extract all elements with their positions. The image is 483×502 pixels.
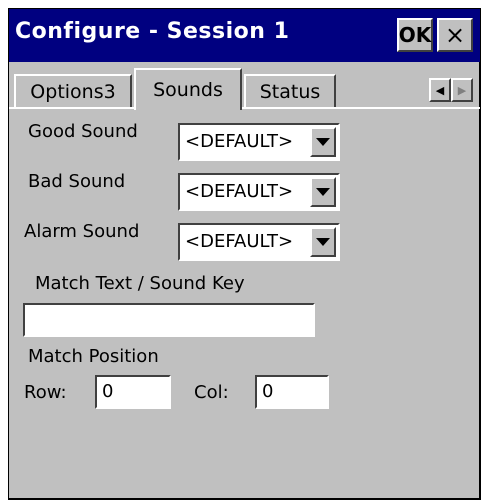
bad-sound-label: Bad Sound: [28, 171, 126, 192]
chevron-down-icon: [316, 138, 330, 146]
configure-dialog: Configure - Session 1 OK × Options3 Soun…: [8, 8, 481, 500]
good-sound-label: Good Sound: [28, 121, 138, 142]
col-label: Col:: [194, 382, 229, 403]
title-bar: Configure - Session 1 OK ×: [9, 9, 480, 62]
bad-sound-select[interactable]: <DEFAULT>: [178, 173, 340, 211]
match-text-label: Match Text / Sound Key: [35, 273, 245, 294]
chevron-down-icon: [316, 188, 330, 196]
tab-status[interactable]: Status: [244, 74, 336, 108]
alarm-sound-select[interactable]: <DEFAULT>: [178, 223, 340, 261]
arrow-right-icon: ▶: [457, 83, 467, 97]
bad-sound-dropdown-button[interactable]: [310, 177, 336, 207]
tab-sounds[interactable]: Sounds: [134, 68, 242, 110]
match-text-input[interactable]: [23, 303, 315, 337]
tab-scroll-right-button[interactable]: ▶: [451, 78, 473, 102]
tab-divider: [9, 107, 480, 109]
good-sound-value: <DEFAULT>: [185, 131, 294, 152]
good-sound-dropdown-button[interactable]: [310, 127, 336, 157]
good-sound-select[interactable]: <DEFAULT>: [178, 123, 340, 161]
tab-strip: Options3 Sounds Status ◀ ▶: [9, 64, 480, 110]
col-input[interactable]: 0: [255, 375, 329, 409]
alarm-sound-value: <DEFAULT>: [185, 231, 294, 252]
tab-scroll-left-button[interactable]: ◀: [429, 78, 451, 102]
chevron-down-icon: [316, 238, 330, 246]
arrow-left-icon: ◀: [435, 83, 445, 97]
close-button[interactable]: ×: [437, 18, 473, 52]
alarm-sound-label: Alarm Sound: [24, 221, 140, 242]
row-label: Row:: [24, 382, 67, 403]
window-title: Configure - Session 1: [15, 19, 290, 44]
row-input[interactable]: 0: [95, 375, 171, 409]
bad-sound-value: <DEFAULT>: [185, 181, 294, 202]
alarm-sound-dropdown-button[interactable]: [310, 227, 336, 257]
match-position-label: Match Position: [28, 346, 159, 367]
tab-scroll-buttons: ◀ ▶: [429, 78, 473, 102]
ok-button[interactable]: OK: [397, 18, 433, 52]
tab-options3[interactable]: Options3: [14, 74, 132, 108]
